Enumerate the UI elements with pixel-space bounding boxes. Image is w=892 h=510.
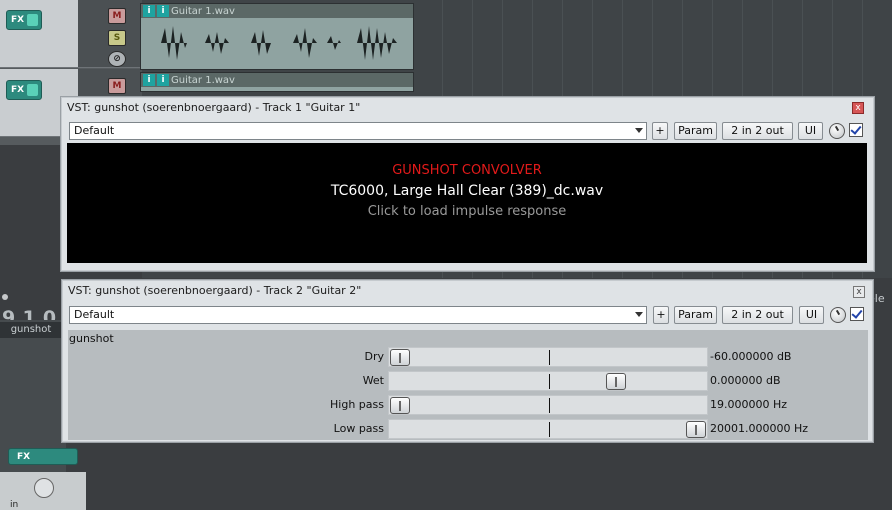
window-title: VST: gunshot (soerenbnoergaard) - Track …: [68, 284, 362, 297]
chevron-down-icon: [635, 128, 643, 133]
ui-toggle-button[interactable]: UI: [798, 122, 823, 140]
param-row-dry: Dry -60.000000 dB: [68, 346, 868, 368]
item-info-icon[interactable]: i: [157, 5, 169, 17]
impulse-file-name: TC6000, Large Hall Clear (389)_dc.wav: [330, 183, 604, 199]
param-row-low-pass: Low pass 20001.000000 Hz: [68, 418, 868, 440]
item-info-icon[interactable]: i: [143, 5, 155, 17]
bypass-checkbox[interactable]: [850, 307, 864, 321]
track-2-fx-button[interactable]: FX: [6, 80, 42, 100]
param-value: 19.000000 Hz: [710, 398, 788, 411]
item-name: Guitar 1.wav: [171, 74, 235, 86]
item-info-icon[interactable]: i: [143, 74, 155, 86]
slider-thumb[interactable]: [390, 397, 410, 414]
load-impulse-hint[interactable]: Click to load impulse response: [67, 204, 867, 219]
preset-dropdown[interactable]: Default: [69, 122, 647, 140]
plugin-toolbar: Default + Param 2 in 2 out UI: [69, 306, 869, 324]
mixer-fx-chain-item[interactable]: gunshot: [0, 322, 62, 338]
version-display: 9.1.0: [0, 285, 64, 329]
param-plugin-name: gunshot: [69, 332, 114, 345]
vst-window-track-1[interactable]: VST: gunshot (soerenbnoergaard) - Track …: [60, 96, 875, 272]
param-slider[interactable]: [388, 419, 708, 439]
track-1-solo-button[interactable]: S: [108, 30, 126, 46]
param-slider[interactable]: [388, 347, 708, 367]
media-item-track-2[interactable]: i i Guitar 1.wav: [140, 72, 414, 92]
add-preset-button[interactable]: +: [652, 122, 668, 140]
param-row-wet: Wet 0.000000 dB: [68, 370, 868, 392]
vst-window-track-2[interactable]: VST: gunshot (soerenbnoergaard) - Track …: [61, 279, 874, 443]
wet-knob-icon[interactable]: [830, 307, 846, 323]
item-name: Guitar 1.wav: [171, 5, 235, 17]
mixer-pan-knob[interactable]: [34, 478, 54, 498]
track-1-fx-button[interactable]: FX: [6, 10, 42, 30]
param-slider[interactable]: [388, 395, 708, 415]
param-value: 0.000000 dB: [710, 374, 781, 387]
close-icon[interactable]: x: [853, 286, 865, 298]
io-routing-button[interactable]: 2 in 2 out: [722, 306, 793, 324]
mixer-input-label: in: [10, 500, 19, 510]
ui-toggle-button[interactable]: UI: [799, 306, 824, 324]
track-1-mute-button[interactable]: M: [108, 8, 126, 24]
plugin-ui-area[interactable]: GUNSHOT CONVOLVER TC6000, Large Hall Cle…: [67, 143, 867, 263]
io-routing-button[interactable]: 2 in 2 out: [722, 122, 793, 140]
track-1-phase-button[interactable]: ⊘: [108, 51, 126, 67]
param-value: 20001.000000 Hz: [710, 422, 809, 435]
plugin-name: GUNSHOT CONVOLVER: [392, 163, 542, 178]
chevron-down-icon: [635, 312, 643, 317]
add-preset-button[interactable]: +: [653, 306, 669, 324]
window-title: VST: gunshot (soerenbnoergaard) - Track …: [67, 101, 361, 114]
param-row-high-pass: High pass 19.000000 Hz: [68, 394, 868, 416]
slider-thumb[interactable]: [390, 349, 410, 366]
param-label: Dry: [364, 350, 384, 363]
param-slider[interactable]: [388, 371, 708, 391]
waveform: [161, 26, 397, 60]
slider-thumb[interactable]: [686, 421, 706, 438]
mixer-fx-button[interactable]: FX: [8, 448, 78, 465]
media-item-track-1[interactable]: i i Guitar 1.wav: [140, 3, 414, 70]
slider-thumb[interactable]: [606, 373, 626, 390]
plugin-toolbar: Default + Param 2 in 2 out UI: [69, 122, 869, 140]
param-button[interactable]: Param: [674, 306, 717, 324]
param-label: Wet: [362, 374, 384, 387]
item-info-icon[interactable]: i: [157, 74, 169, 86]
preset-dropdown[interactable]: Default: [69, 306, 647, 324]
param-label: Low pass: [333, 422, 384, 435]
generic-param-panel: gunshot Dry -60.000000 dB Wet 0.000000 d…: [68, 330, 868, 440]
param-label: High pass: [330, 398, 384, 411]
param-button[interactable]: Param: [674, 122, 717, 140]
param-value: -60.000000 dB: [710, 350, 792, 363]
close-icon[interactable]: x: [852, 102, 864, 114]
wet-knob-icon[interactable]: [829, 123, 845, 139]
bypass-checkbox[interactable]: [849, 123, 863, 137]
track-2-mute-button[interactable]: M: [108, 78, 126, 94]
